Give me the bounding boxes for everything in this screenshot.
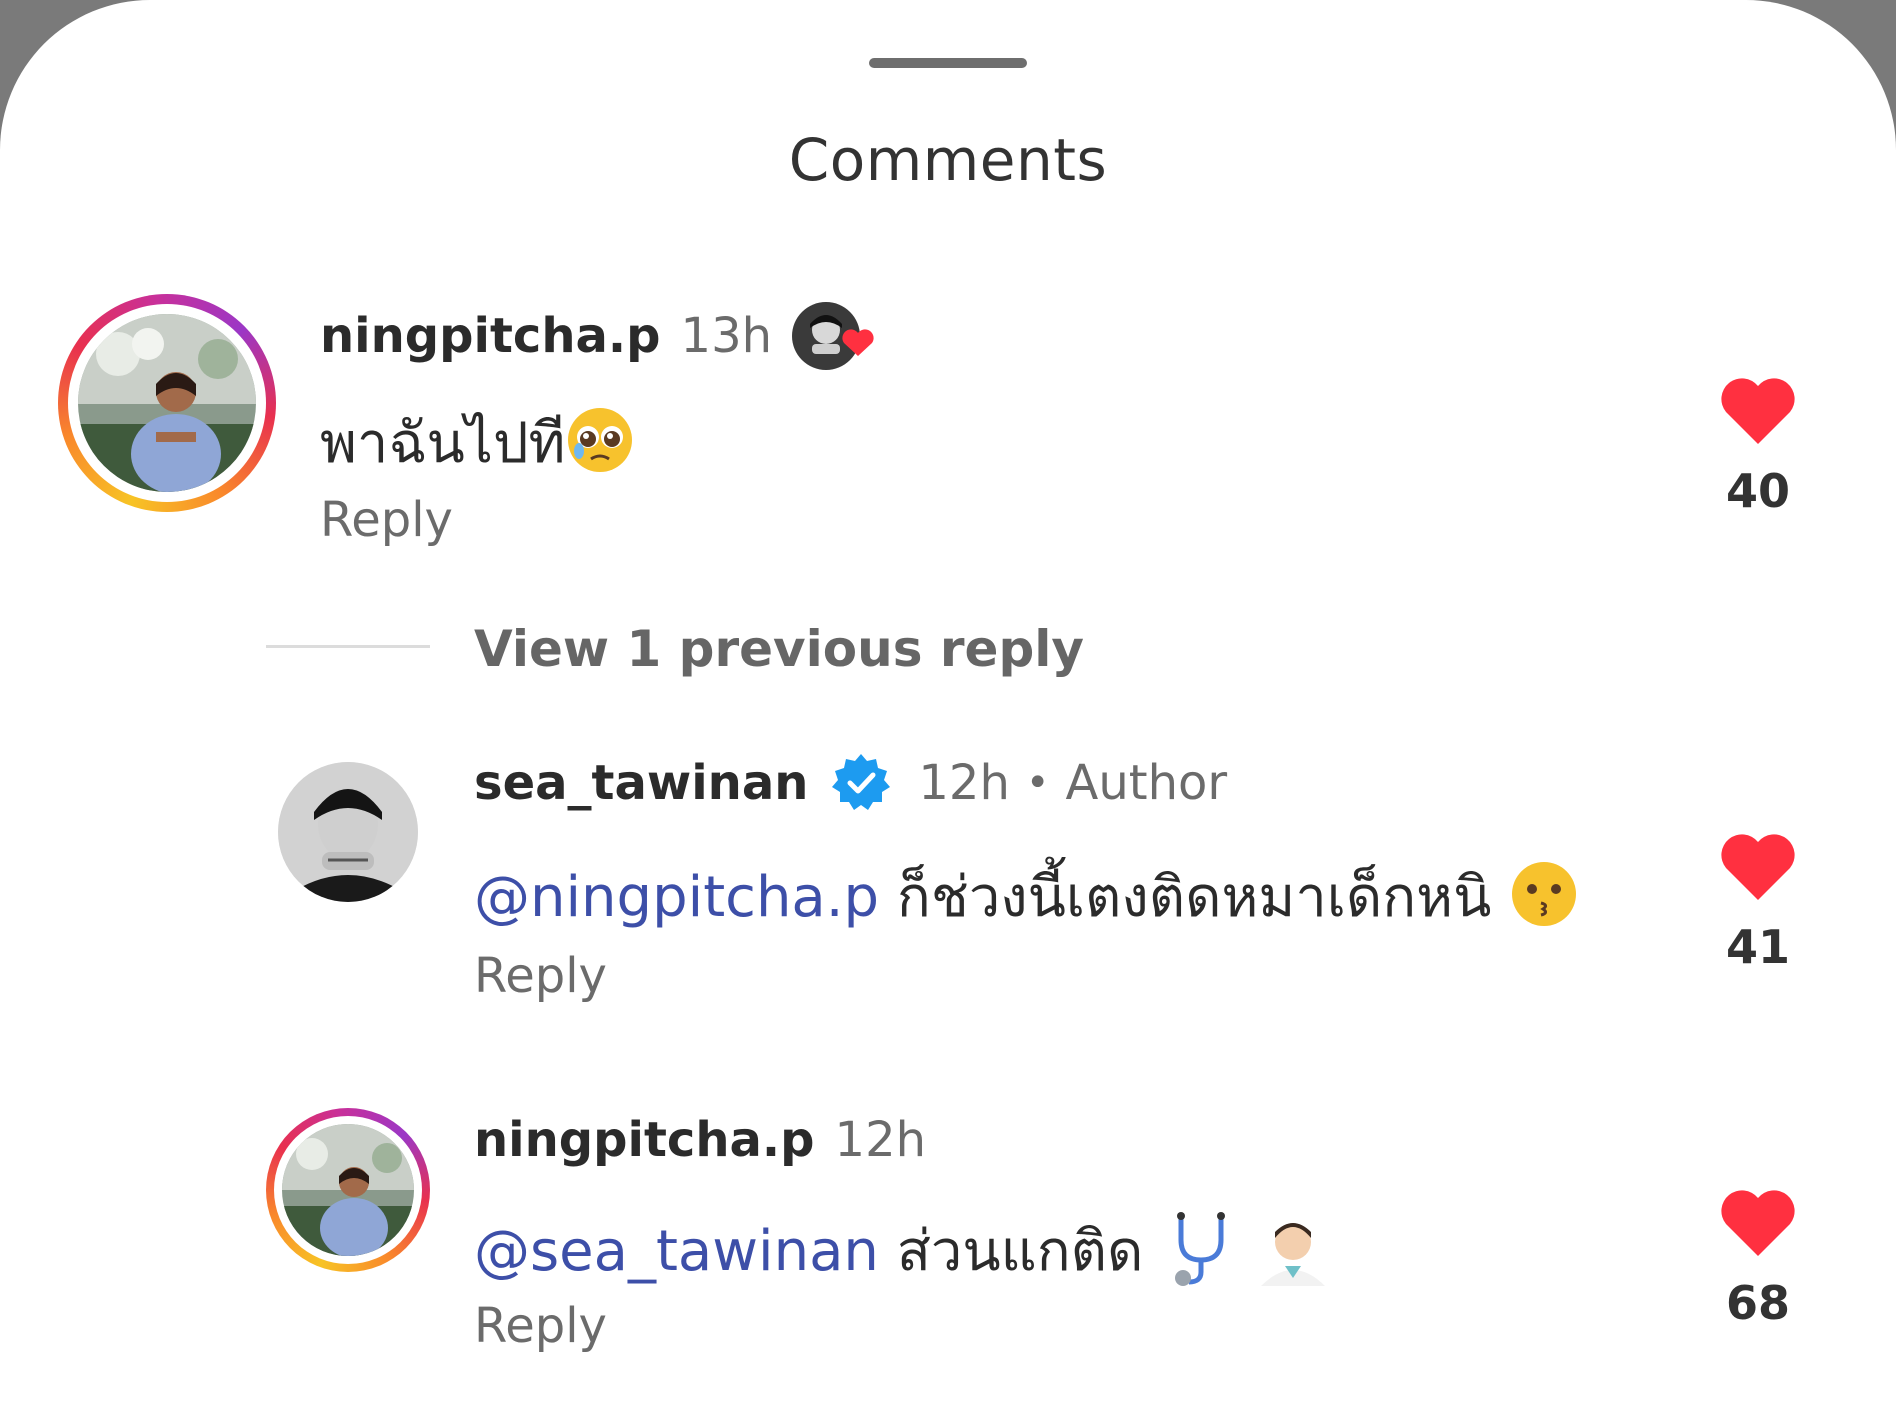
like-count: 41 [1725, 920, 1790, 974]
comment-text: @sea_tawinan ส่วนแกติด [474, 1206, 1331, 1300]
reply-button[interactable]: Reply [320, 492, 453, 548]
timestamp: 12h [918, 755, 1010, 811]
mention-link[interactable]: @ningpitcha.p [474, 865, 879, 930]
comment-header: ningpitcha.p 12h [474, 1112, 926, 1168]
view-previous-replies-button[interactable]: View 1 previous reply [474, 620, 1084, 678]
comment-header: sea_tawinan 12h • Author [474, 752, 1227, 814]
separator-dot: • [1025, 760, 1050, 806]
username[interactable]: ningpitcha.p [320, 308, 661, 364]
sheet-grabber-handle[interactable] [869, 58, 1027, 68]
comment-body: ก็ช่วงนี้เตงติดหมาเด็กหนิ [896, 865, 1492, 930]
avatar[interactable] [278, 762, 418, 902]
comment-text: พาฉันไปที [320, 398, 635, 489]
heart-filled-icon[interactable] [1718, 378, 1798, 450]
pleading-face-emoji [565, 405, 635, 489]
comment-body: พาฉันไปที [320, 411, 566, 476]
verified-badge-icon [830, 752, 892, 814]
kissing-face-emoji [1509, 859, 1579, 943]
timestamp: 13h [680, 308, 773, 364]
username[interactable]: sea_tawinan [474, 755, 808, 811]
like-control: 40 [1698, 374, 1818, 518]
doctor-emoji [1255, 1210, 1331, 1300]
replies-divider [266, 645, 430, 648]
stethoscope-emoji [1161, 1210, 1237, 1300]
comment-text: @ningpitcha.p ก็ช่วงนี้เตงติดหมาเด็กหนิ [474, 852, 1579, 943]
like-count: 40 [1725, 464, 1790, 518]
username[interactable]: ningpitcha.p [474, 1112, 815, 1168]
timestamp: 12h [834, 1112, 927, 1168]
author-liked-badge [792, 300, 882, 372]
like-count: 68 [1725, 1276, 1790, 1330]
heart-filled-icon[interactable] [1718, 1190, 1798, 1262]
avatar[interactable] [282, 1124, 414, 1256]
sheet-title: Comments [788, 126, 1108, 194]
like-control: 68 [1698, 1186, 1818, 1330]
like-control: 41 [1698, 830, 1818, 974]
comments-sheet: Comments ningpitcha.p 13h พาฉันไปที Repl… [0, 0, 1896, 1412]
mention-link[interactable]: @sea_tawinan [474, 1219, 879, 1284]
author-label: Author [1065, 755, 1228, 811]
reply-button[interactable]: Reply [474, 1298, 607, 1354]
avatar[interactable] [78, 314, 256, 492]
comment-body: ส่วนแกติด [896, 1219, 1144, 1284]
heart-filled-icon[interactable] [1718, 834, 1798, 906]
reply-button[interactable]: Reply [474, 948, 607, 1004]
comment-header: ningpitcha.p 13h [320, 300, 882, 372]
